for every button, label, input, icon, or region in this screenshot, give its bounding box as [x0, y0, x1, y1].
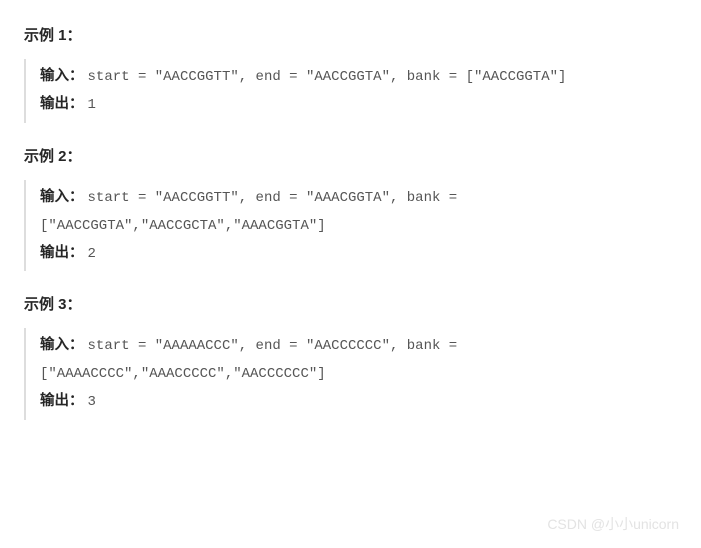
- input-label: 输入：: [40, 189, 84, 205]
- input-code: start = "AAAAACCC", end = "AACCCCCC", ba…: [40, 338, 457, 382]
- example-1: 示例 1： 输入： start = "AACCGGTT", end = "AAC…: [24, 24, 677, 123]
- example-3: 示例 3： 输入： start = "AAAAACCC", end = "AAC…: [24, 293, 677, 420]
- input-code: start = "AACCGGTT", end = "AACCGGTA", ba…: [88, 69, 567, 85]
- output-line: 输出： 3: [40, 388, 677, 416]
- output-code: 2: [88, 246, 96, 262]
- output-code: 3: [88, 394, 96, 410]
- watermark: CSDN @小小unicorn: [547, 514, 679, 534]
- input-line: 输入： start = "AACCGGTT", end = "AAACGGTA"…: [40, 184, 677, 240]
- input-line: 输入： start = "AACCGGTT", end = "AACCGGTA"…: [40, 63, 677, 91]
- output-label: 输出：: [40, 245, 84, 261]
- example-2: 示例 2： 输入： start = "AACCGGTT", end = "AAA…: [24, 145, 677, 272]
- output-code: 1: [88, 97, 96, 113]
- example-title: 示例 3：: [24, 293, 677, 314]
- input-label: 输入：: [40, 337, 84, 353]
- output-line: 输出： 1: [40, 91, 677, 119]
- input-line: 输入： start = "AAAAACCC", end = "AACCCCCC"…: [40, 332, 677, 388]
- output-label: 输出：: [40, 393, 84, 409]
- example-title: 示例 2：: [24, 145, 677, 166]
- output-label: 输出：: [40, 96, 84, 112]
- example-title: 示例 1：: [24, 24, 677, 45]
- example-block: 输入： start = "AACCGGTT", end = "AACCGGTA"…: [24, 59, 677, 123]
- input-code: start = "AACCGGTT", end = "AAACGGTA", ba…: [40, 190, 457, 234]
- example-block: 输入： start = "AACCGGTT", end = "AAACGGTA"…: [24, 180, 677, 272]
- input-label: 输入：: [40, 68, 84, 84]
- example-block: 输入： start = "AAAAACCC", end = "AACCCCCC"…: [24, 328, 677, 420]
- output-line: 输出： 2: [40, 240, 677, 268]
